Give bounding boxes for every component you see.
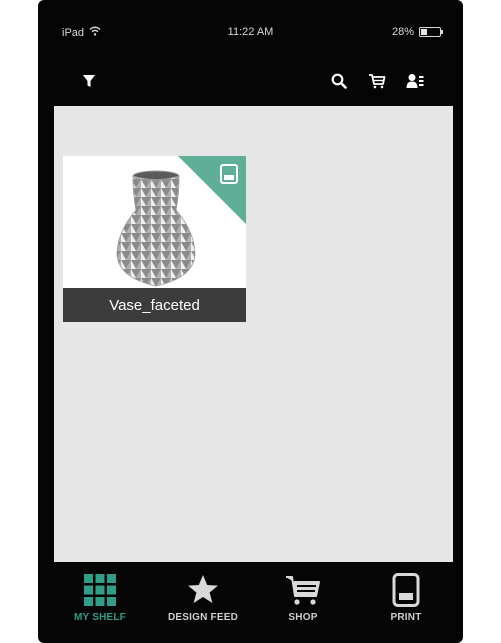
grid-icon: [50, 572, 150, 608]
tab-label: PRINT: [390, 612, 422, 623]
tab-print[interactable]: PRINT: [356, 566, 456, 636]
shelf-item-card[interactable]: Vase_faceted: [63, 156, 246, 322]
printer-icon: [356, 572, 456, 608]
filter-icon[interactable]: [78, 70, 100, 92]
tab-label: SHOP: [288, 612, 318, 623]
status-bar: iPad 11:22 AM 28%: [38, 22, 463, 42]
search-icon[interactable]: [328, 70, 350, 92]
shelf-content: Vase_faceted: [54, 106, 453, 562]
tab-shop[interactable]: SHOP: [253, 566, 353, 636]
battery-level: [421, 29, 427, 35]
toolbar: [38, 70, 463, 100]
ipad-screen: iPad 11:22 AM 28% Vase_faceted MY SHELF …: [38, 0, 463, 643]
cart-icon: [253, 572, 353, 608]
profile-icon[interactable]: [404, 70, 426, 92]
cart-icon[interactable]: [366, 70, 388, 92]
tab-label: DESIGN FEED: [168, 612, 238, 623]
shelf-item-label: Vase_faceted: [63, 288, 246, 322]
battery-percent: 28%: [391, 26, 414, 38]
tab-my-shelf[interactable]: MY SHELF: [50, 566, 150, 636]
tab-label: MY SHELF: [74, 612, 126, 623]
printable-icon: [220, 164, 238, 184]
tab-bar: MY SHELF DESIGN FEED SHOP PRINT: [38, 566, 463, 643]
battery-icon: [419, 27, 443, 37]
tab-design-feed[interactable]: DESIGN FEED: [153, 566, 253, 636]
star-icon: [153, 572, 253, 608]
